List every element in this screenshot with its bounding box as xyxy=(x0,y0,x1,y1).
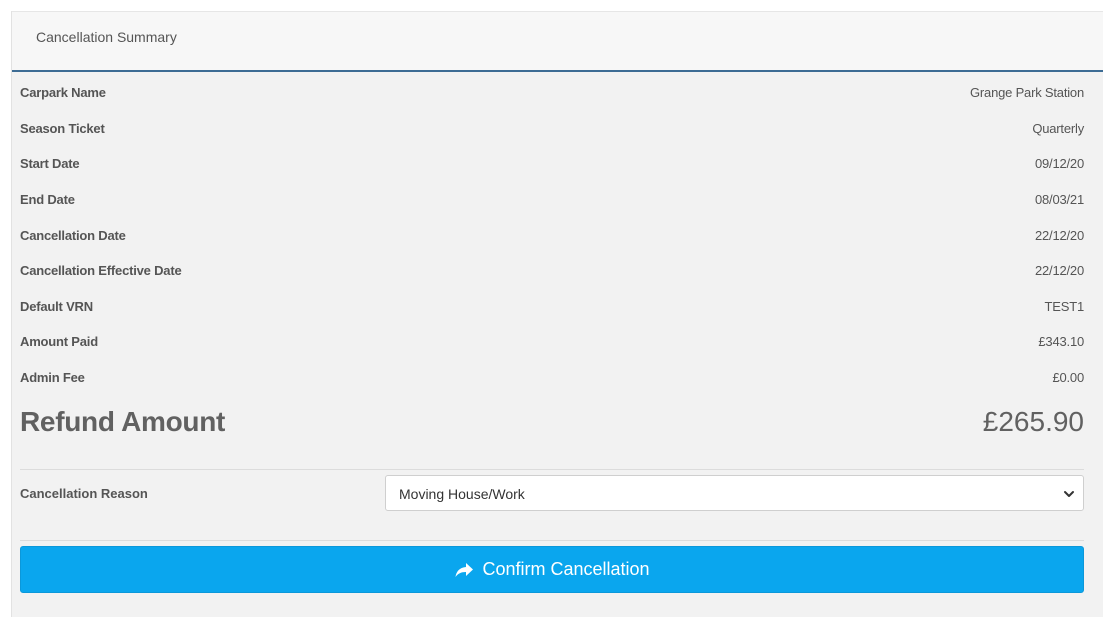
confirm-cancellation-button[interactable]: Confirm Cancellation xyxy=(20,546,1084,593)
row-value: £0.00 xyxy=(1052,370,1084,386)
row-label: End Date xyxy=(20,192,75,208)
chevron-down-icon xyxy=(1064,491,1074,497)
row-value: 09/12/20 xyxy=(1034,156,1084,172)
summary-row-end-date: End Date 08/03/21 xyxy=(20,182,1084,218)
row-label: Cancellation Effective Date xyxy=(20,263,182,279)
summary-row-cancellation-effective-date: Cancellation Effective Date 22/12/20 xyxy=(20,253,1084,289)
row-value: 08/03/21 xyxy=(1034,192,1084,208)
row-label: Default VRN xyxy=(20,298,93,314)
row-value: 22/12/20 xyxy=(1034,263,1084,279)
confirm-cancellation-label: Confirm Cancellation xyxy=(482,559,650,579)
summary-row-start-date: Start Date 09/12/20 xyxy=(20,146,1084,182)
row-label: Amount Paid xyxy=(20,334,98,350)
cancellation-reason-select[interactable]: Moving House/Work xyxy=(385,475,1084,511)
summary-row-default-vrn: Default VRN TEST1 xyxy=(20,289,1084,325)
summary-list: Carpark Name Grange Park Station Season … xyxy=(20,75,1084,395)
row-value: Grange Park Station xyxy=(970,85,1084,101)
summary-row-cancellation-date: Cancellation Date 22/12/20 xyxy=(20,217,1084,253)
divider xyxy=(20,540,1084,541)
refund-amount-row: Refund Amount £265.90 xyxy=(20,406,1084,438)
row-value: £343.10 xyxy=(1038,334,1084,350)
row-value: TEST1 xyxy=(1044,298,1085,314)
panel-title: Cancellation Summary xyxy=(36,29,177,45)
row-label: Admin Fee xyxy=(20,370,85,386)
cancellation-reason-selected-value: Moving House/Work xyxy=(399,486,525,502)
cancellation-reason-label: Cancellation Reason xyxy=(20,486,148,501)
share-forward-icon xyxy=(455,562,474,577)
panel-header: Cancellation Summary xyxy=(12,11,1103,72)
summary-row-season-ticket: Season Ticket Quarterly xyxy=(20,111,1084,147)
row-label: Season Ticket xyxy=(20,120,105,136)
divider xyxy=(20,469,1084,470)
row-label: Start Date xyxy=(20,156,80,172)
row-value: Quarterly xyxy=(1032,120,1084,136)
refund-amount-label: Refund Amount xyxy=(20,406,226,437)
row-label: Carpark Name xyxy=(20,85,106,101)
summary-row-admin-fee: Admin Fee £0.00 xyxy=(20,360,1084,396)
refund-amount-value: £265.90 xyxy=(982,406,1084,437)
summary-row-carpark-name: Carpark Name Grange Park Station xyxy=(20,75,1084,111)
row-label: Cancellation Date xyxy=(20,227,126,243)
cancellation-reason-row: Cancellation Reason Moving House/Work xyxy=(20,474,1084,514)
row-value: 22/12/20 xyxy=(1034,227,1084,243)
summary-row-amount-paid: Amount Paid £343.10 xyxy=(20,324,1084,360)
